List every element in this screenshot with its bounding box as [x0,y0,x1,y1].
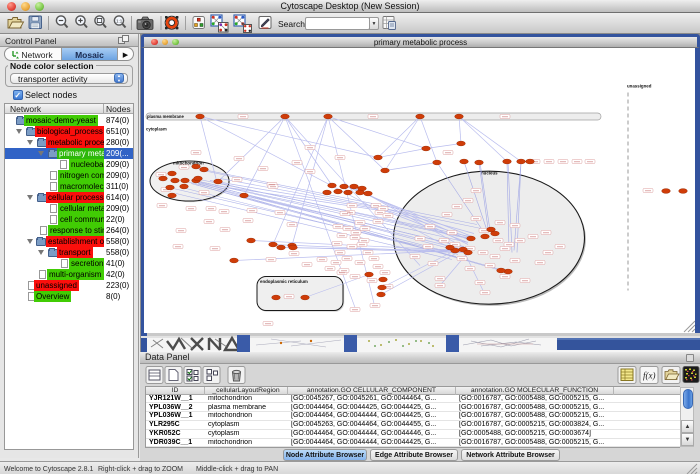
svg-text:endoplasmic reticulum: endoplasmic reticulum [260,279,308,284]
svg-text:unassigned: unassigned [627,83,652,88]
svg-text:nucleus: nucleus [481,170,498,175]
svg-text:plasma membrane: plasma membrane [147,114,184,119]
svg-text:f(x): f(x) [643,371,656,381]
svg-text:1:1: 1:1 [116,19,123,24]
svg-text:cytoplasm: cytoplasm [146,126,167,131]
